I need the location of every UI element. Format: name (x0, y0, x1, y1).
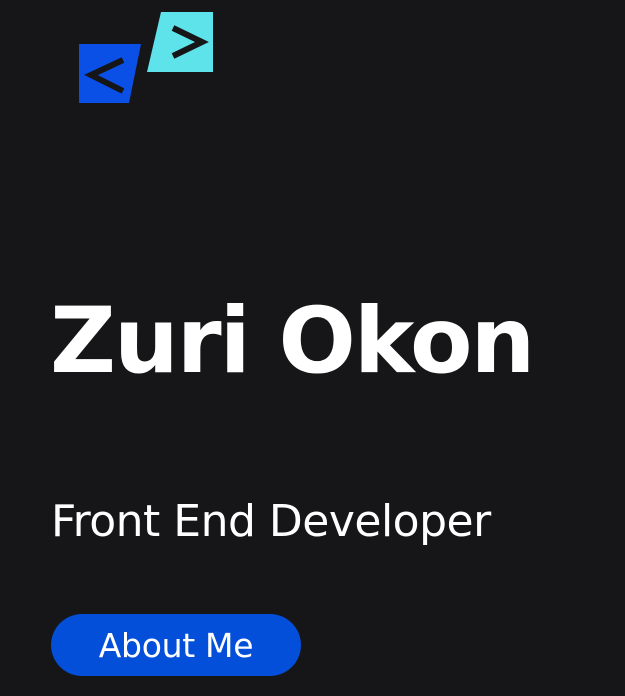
code-brackets-logo-icon[interactable] (75, 12, 215, 107)
hero-role: Front End Developer (51, 496, 491, 547)
about-me-button[interactable]: About Me (51, 614, 301, 676)
hero-name: Zuri Okon (50, 289, 535, 394)
